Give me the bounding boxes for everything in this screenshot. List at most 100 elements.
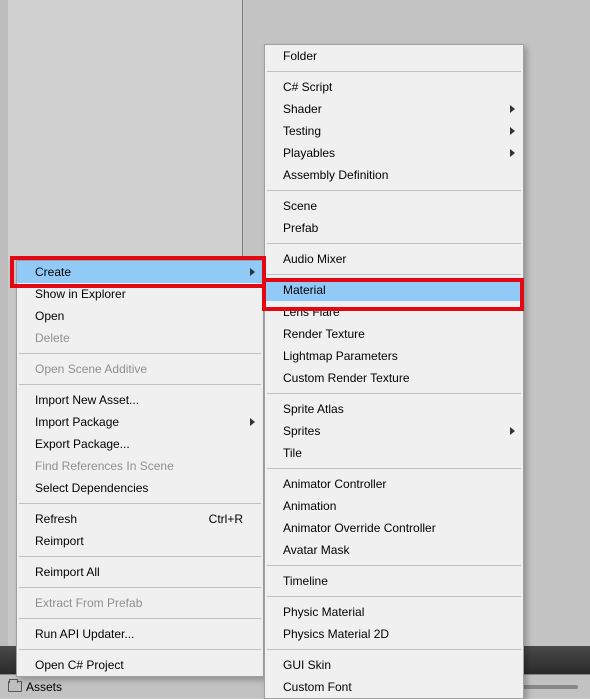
submenu-timeline[interactable]: Timeline [265, 570, 523, 592]
submenu-custom-font[interactable]: Custom Font [265, 676, 523, 698]
submenu-animator-override-controller[interactable]: Animator Override Controller [265, 517, 523, 539]
menu-extract-from-prefab-label: Extract From Prefab [35, 596, 142, 610]
separator [19, 649, 261, 650]
submenu-tile[interactable]: Tile [265, 442, 523, 464]
menu-reimport-all[interactable]: Reimport All [17, 561, 263, 583]
submenu-prefab[interactable]: Prefab [265, 217, 523, 239]
submenu-custom-font-label: Custom Font [283, 680, 352, 694]
submenu-sprites-label: Sprites [283, 424, 320, 438]
menu-open-scene-additive-label: Open Scene Additive [35, 362, 147, 376]
submenu-audio-mixer[interactable]: Audio Mixer [265, 248, 523, 270]
separator [267, 71, 521, 72]
submenu-assembly-definition-label: Assembly Definition [283, 168, 388, 182]
menu-select-dependencies[interactable]: Select Dependencies [17, 477, 263, 499]
submenu-sprite-atlas-label: Sprite Atlas [283, 402, 344, 416]
submenu-animator-controller[interactable]: Animator Controller [265, 473, 523, 495]
submenu-scene[interactable]: Scene [265, 195, 523, 217]
menu-reimport-all-label: Reimport All [35, 565, 100, 579]
menu-import-package[interactable]: Import Package [17, 411, 263, 433]
separator [267, 243, 521, 244]
menu-extract-from-prefab: Extract From Prefab [17, 592, 263, 614]
submenu-lightmap-parameters-label: Lightmap Parameters [283, 349, 398, 363]
submenu-shader-label: Shader [283, 102, 322, 116]
submenu-animation[interactable]: Animation [265, 495, 523, 517]
separator [267, 393, 521, 394]
separator [267, 596, 521, 597]
submenu-folder[interactable]: Folder [265, 45, 523, 67]
submenu-scene-label: Scene [283, 199, 317, 213]
submenu-testing-label: Testing [283, 124, 321, 138]
submenu-render-texture[interactable]: Render Texture [265, 323, 523, 345]
menu-refresh-shortcut: Ctrl+R [209, 508, 243, 530]
menu-find-references: Find References In Scene [17, 455, 263, 477]
submenu-lens-flare[interactable]: Lens Flare [265, 301, 523, 323]
submenu-prefab-label: Prefab [283, 221, 318, 235]
assets-context-menu: Create Show in Explorer Open Delete Open… [16, 260, 264, 677]
submenu-folder-label: Folder [283, 49, 317, 63]
submenu-sprite-atlas[interactable]: Sprite Atlas [265, 398, 523, 420]
submenu-gui-skin[interactable]: GUI Skin [265, 654, 523, 676]
submenu-gui-skin-label: GUI Skin [283, 658, 331, 672]
submenu-sprites[interactable]: Sprites [265, 420, 523, 442]
menu-run-api-updater[interactable]: Run API Updater... [17, 623, 263, 645]
create-submenu: Folder C# Script Shader Testing Playable… [264, 44, 524, 699]
submenu-render-texture-label: Render Texture [283, 327, 365, 341]
submenu-physics-material-2d-label: Physics Material 2D [283, 627, 389, 641]
submenu-material-label: Material [283, 283, 326, 297]
submenu-testing[interactable]: Testing [265, 120, 523, 142]
menu-import-new-asset-label: Import New Asset... [35, 393, 139, 407]
submenu-shader[interactable]: Shader [265, 98, 523, 120]
submenu-physic-material[interactable]: Physic Material [265, 601, 523, 623]
separator [267, 190, 521, 191]
menu-open-scene-additive: Open Scene Additive [17, 358, 263, 380]
separator [19, 587, 261, 588]
menu-refresh-label: Refresh [35, 512, 77, 526]
menu-run-api-updater-label: Run API Updater... [35, 627, 134, 641]
separator [19, 384, 261, 385]
menu-import-new-asset[interactable]: Import New Asset... [17, 389, 263, 411]
submenu-timeline-label: Timeline [283, 574, 328, 588]
submenu-playables[interactable]: Playables [265, 142, 523, 164]
submenu-avatar-mask-label: Avatar Mask [283, 543, 349, 557]
separator [267, 649, 521, 650]
submenu-animation-label: Animation [283, 499, 336, 513]
submenu-cs-script-label: C# Script [283, 80, 332, 94]
submenu-material[interactable]: Material [265, 279, 523, 301]
panel-left-bg [0, 0, 243, 260]
menu-open-label: Open [35, 309, 64, 323]
submenu-cs-script[interactable]: C# Script [265, 76, 523, 98]
menu-delete-label: Delete [35, 331, 70, 345]
submenu-animator-override-controller-label: Animator Override Controller [283, 521, 436, 535]
submenu-physic-material-label: Physic Material [283, 605, 364, 619]
menu-refresh[interactable]: Refresh Ctrl+R [17, 508, 263, 530]
menu-show-in-explorer[interactable]: Show in Explorer [17, 283, 263, 305]
menu-export-package-label: Export Package... [35, 437, 130, 451]
menu-create[interactable]: Create [17, 261, 263, 283]
menu-open-cs-project[interactable]: Open C# Project [17, 654, 263, 676]
menu-reimport[interactable]: Reimport [17, 530, 263, 552]
menu-show-in-explorer-label: Show in Explorer [35, 287, 126, 301]
submenu-tile-label: Tile [283, 446, 302, 460]
submenu-lens-flare-label: Lens Flare [283, 305, 340, 319]
separator [19, 556, 261, 557]
separator [267, 274, 521, 275]
separator [19, 618, 261, 619]
submenu-physics-material-2d[interactable]: Physics Material 2D [265, 623, 523, 645]
menu-export-package[interactable]: Export Package... [17, 433, 263, 455]
submenu-playables-label: Playables [283, 146, 335, 160]
menu-select-dependencies-label: Select Dependencies [35, 481, 148, 495]
submenu-avatar-mask[interactable]: Avatar Mask [265, 539, 523, 561]
menu-reimport-label: Reimport [35, 534, 84, 548]
separator [19, 503, 261, 504]
menu-create-label: Create [35, 265, 71, 279]
submenu-lightmap-parameters[interactable]: Lightmap Parameters [265, 345, 523, 367]
separator [267, 468, 521, 469]
separator [267, 565, 521, 566]
folder-icon [8, 681, 22, 692]
menu-open[interactable]: Open [17, 305, 263, 327]
left-gutter [0, 0, 8, 698]
menu-import-package-label: Import Package [35, 415, 119, 429]
submenu-custom-render-texture[interactable]: Custom Render Texture [265, 367, 523, 389]
submenu-assembly-definition[interactable]: Assembly Definition [265, 164, 523, 186]
submenu-animator-controller-label: Animator Controller [283, 477, 386, 491]
